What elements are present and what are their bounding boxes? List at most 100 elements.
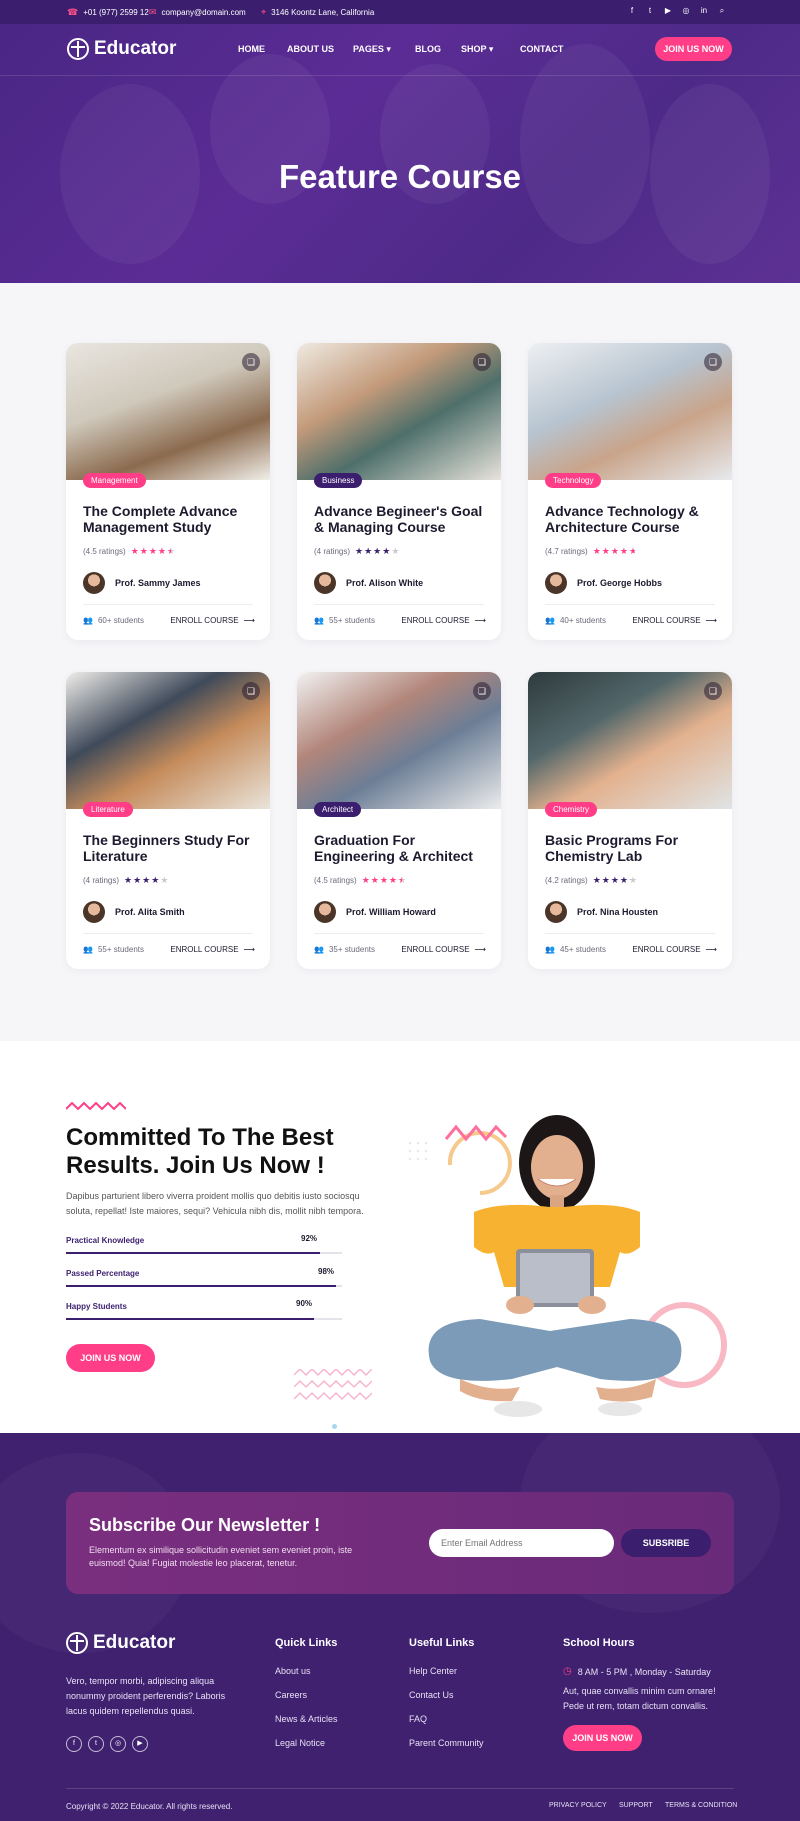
instructor[interactable]: Prof. William Howard [314, 901, 436, 923]
course-title[interactable]: Advance Technology & Architecture Course [545, 503, 721, 535]
bookmark-icon[interactable]: ❏ [704, 682, 722, 700]
linkedin-icon[interactable]: in [699, 6, 709, 16]
enroll-course-link[interactable]: ENROLL COURSE ⟶ [170, 616, 255, 625]
youtube-icon[interactable]: ▶ [132, 1736, 148, 1752]
site-logo[interactable]: Educator [67, 38, 176, 60]
nav-home[interactable]: HOME [238, 44, 265, 54]
nav-about[interactable]: ABOUT US [287, 44, 334, 54]
nav-blog[interactable]: BLOG [415, 44, 441, 54]
hours-line: ◷ 8 AM - 5 PM , Monday - Saturday [563, 1666, 711, 1677]
course-image[interactable] [66, 672, 270, 809]
footer-link[interactable]: Careers [275, 1690, 307, 1700]
star-icon: ★ [601, 875, 610, 885]
chevron-down-icon: ▾ [386, 44, 391, 54]
nav-shop[interactable]: SHOP ▾ [461, 44, 493, 55]
facebook-icon[interactable]: f [627, 6, 637, 16]
enroll-course-link[interactable]: ENROLL COURSE ⟶ [170, 945, 255, 954]
privacy-link[interactable]: PRIVACY POLICY [549, 1802, 607, 1809]
course-image[interactable] [528, 672, 732, 809]
star-icon: ★ [398, 875, 407, 885]
email-info[interactable]: ✉ company@domain.com [149, 7, 246, 18]
star-icon: ★ [139, 546, 148, 556]
course-image[interactable] [66, 343, 270, 480]
footer-link[interactable]: News & Articles [275, 1714, 338, 1724]
footer-link[interactable]: Help Center [409, 1666, 457, 1676]
course-card[interactable]: ❏ Literature The Beginners Study For Lit… [66, 672, 270, 969]
youtube-icon[interactable]: ▶ [663, 6, 673, 16]
bookmark-icon[interactable]: ❏ [473, 353, 491, 371]
star-rating: ★ ★ ★ ★ ★ [124, 875, 168, 886]
footer-logo[interactable]: Educator [66, 1632, 175, 1654]
subscribe-button[interactable]: SUBSRIBE [621, 1529, 711, 1557]
footer-link[interactable]: Legal Notice [275, 1738, 325, 1748]
footer-link[interactable]: Contact Us [409, 1690, 454, 1700]
bookmark-icon[interactable]: ❏ [242, 353, 260, 371]
bookmark-icon[interactable]: ❏ [242, 682, 260, 700]
course-card[interactable]: ❏ Chemistry Basic Programs For Chemistry… [528, 672, 732, 969]
avatar [314, 572, 336, 594]
course-card[interactable]: ❏ Architect Graduation For Engineering &… [297, 672, 501, 969]
star-icon: ★ [157, 546, 166, 556]
course-title[interactable]: The Beginners Study For Literature [83, 832, 259, 864]
nav-contact[interactable]: CONTACT [520, 44, 563, 54]
category-badge: Architect [314, 802, 362, 817]
enroll-course-link[interactable]: ENROLL COURSE ⟶ [632, 616, 717, 625]
course-title[interactable]: Graduation For Engineering & Architect [314, 832, 490, 864]
support-link[interactable]: SUPPORT [619, 1802, 653, 1809]
bar-label: Happy Students [66, 1302, 127, 1311]
star-icon: ★ [629, 546, 638, 556]
category-badge: Business [314, 473, 363, 488]
instagram-icon[interactable]: ◎ [110, 1736, 126, 1752]
nav-pages[interactable]: PAGES ▾ [353, 44, 391, 55]
top-bar: ☎ +01 (977) 2599 12 ✉ company@domain.com ⌖… [0, 0, 800, 24]
star-icon: ★ [142, 875, 151, 885]
course-title[interactable]: The Complete Advance Management Study [83, 503, 259, 535]
course-image[interactable] [297, 672, 501, 809]
course-image[interactable] [297, 343, 501, 480]
course-card[interactable]: ❏ Management The Complete Advance Manage… [66, 343, 270, 640]
commit-section: Committed To The Best Results. Join Us N… [0, 1041, 800, 1433]
enroll-course-link[interactable]: ENROLL COURSE ⟶ [401, 945, 486, 954]
course-card[interactable]: ❏ Business Advance Begineer's Goal & Man… [297, 343, 501, 640]
course-title[interactable]: Advance Begineer's Goal & Managing Cours… [314, 503, 490, 535]
students-count: 👥 55+ students [83, 945, 145, 954]
course-image[interactable] [528, 343, 732, 480]
phone-info[interactable]: ☎ +01 (977) 2599 12 [67, 7, 149, 18]
main-nav: Educator HOME ABOUT US PAGES ▾ BLOG SHOP… [0, 24, 800, 76]
instructor[interactable]: Prof. Alita Smith [83, 901, 185, 923]
course-title[interactable]: Basic Programs For Chemistry Lab [545, 832, 721, 864]
rating-count: (4.7 ratings) [545, 547, 588, 556]
progress-bar [66, 1318, 342, 1320]
enroll-course-link[interactable]: ENROLL COURSE ⟶ [401, 616, 486, 625]
course-rating: (4.7 ratings) ★ ★ ★ ★ ★ [545, 546, 637, 557]
course-card[interactable]: ❏ Technology Advance Technology & Archit… [528, 343, 732, 640]
bookmark-icon[interactable]: ❏ [704, 353, 722, 371]
join-us-button[interactable]: JOIN US NOW [66, 1344, 155, 1372]
instagram-icon[interactable]: ◎ [681, 6, 691, 16]
join-us-button[interactable]: JOIN US NOW [563, 1725, 642, 1751]
terms-link[interactable]: TERMS & CONDITION [665, 1802, 737, 1809]
footer-divider [66, 1788, 734, 1789]
search-icon[interactable]: ⌕ [717, 6, 727, 16]
instructor[interactable]: Prof. Nina Housten [545, 901, 658, 923]
mail-icon: ✉ [149, 7, 157, 17]
card-divider [314, 604, 484, 605]
twitter-icon[interactable]: t [645, 6, 655, 16]
chevron-down-icon: ▾ [488, 44, 494, 54]
avatar [545, 901, 567, 923]
enroll-course-link[interactable]: ENROLL COURSE ⟶ [632, 945, 717, 954]
footer-link[interactable]: Parent Community [409, 1738, 484, 1748]
copyright: Copyright © 2022 Educator. All rights re… [66, 1802, 233, 1811]
arrow-right-icon: ⟶ [705, 945, 717, 954]
instructor[interactable]: Prof. George Hobbs [545, 572, 662, 594]
twitter-icon[interactable]: t [88, 1736, 104, 1752]
email-input[interactable] [429, 1529, 614, 1557]
instructor[interactable]: Prof. Sammy James [83, 572, 201, 594]
star-icon: ★ [610, 546, 619, 556]
footer-link[interactable]: About us [275, 1666, 311, 1676]
footer-link[interactable]: FAQ [409, 1714, 427, 1724]
bookmark-icon[interactable]: ❏ [473, 682, 491, 700]
facebook-icon[interactable]: f [66, 1736, 82, 1752]
join-us-button[interactable]: JOIN US NOW [655, 37, 732, 61]
instructor[interactable]: Prof. Alison White [314, 572, 423, 594]
